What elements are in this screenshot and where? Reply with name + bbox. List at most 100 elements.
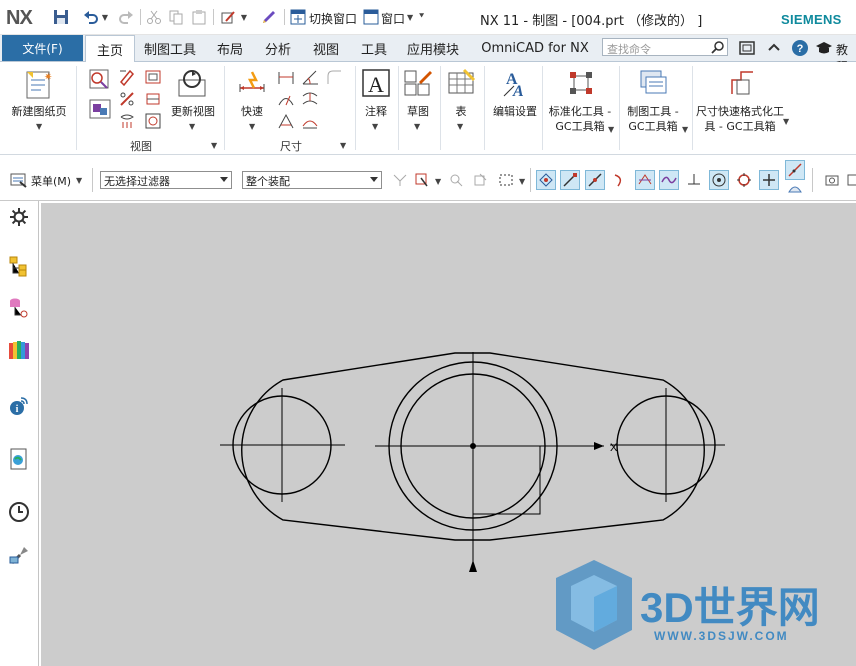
edit-settings-button[interactable]: 编辑设置: [490, 104, 540, 119]
thickness-dimension-icon[interactable]: [300, 90, 320, 108]
tab-omnicad[interactable]: OmniCAD for NX: [474, 35, 596, 61]
tab-drafting-tools[interactable]: 制图工具: [138, 35, 202, 61]
tab-application[interactable]: 应用模块: [401, 35, 465, 61]
dimension-format-button[interactable]: 尺寸快速格式化工具 - GC工具箱: [694, 104, 786, 134]
customize-quick-access-icon[interactable]: ⯆: [418, 12, 425, 22]
quadrant-point-snap-button[interactable]: [734, 170, 754, 190]
menu-icon[interactable]: [10, 172, 28, 188]
linear-dimension-icon[interactable]: [276, 68, 296, 86]
rectangle-select-button[interactable]: [496, 170, 516, 190]
chevron-down-icon[interactable]: ▼: [435, 177, 441, 186]
web-browser-icon[interactable]: [8, 448, 30, 470]
chevron-down-icon[interactable]: ▼: [249, 122, 255, 131]
copy-button[interactable]: [168, 8, 184, 26]
update-view-icon[interactable]: [176, 68, 208, 100]
undo-dropdown[interactable]: ▼: [101, 8, 109, 26]
paste-button[interactable]: [191, 8, 207, 26]
end-point-snap-button[interactable]: [560, 170, 580, 190]
fullscreen-icon[interactable]: [738, 39, 756, 57]
standardize-tools-button[interactable]: 标准化工具 - GC工具箱: [545, 104, 615, 134]
chevron-down-icon[interactable]: ▼: [519, 177, 525, 186]
redo-button[interactable]: [118, 8, 134, 26]
view-break-out-icon[interactable]: [144, 112, 162, 130]
mid-point-snap-button[interactable]: [585, 170, 605, 190]
update-view-button[interactable]: 更新视图: [166, 104, 220, 119]
sketch-icon[interactable]: [403, 68, 433, 98]
rapid-dimension-button[interactable]: 快速: [236, 104, 268, 119]
new-sheet-button[interactable]: 新建图纸页: [9, 104, 69, 119]
select-body-button[interactable]: [470, 170, 490, 190]
help-icon[interactable]: ?: [791, 39, 809, 57]
chevron-down-icon[interactable]: ▼: [608, 125, 614, 134]
note-button[interactable]: 注释: [356, 104, 396, 119]
hide-show-button[interactable]: [260, 8, 278, 26]
point-on-curve-snap-button[interactable]: [659, 170, 679, 190]
dimension-group-more-icon[interactable]: ▼: [340, 141, 346, 150]
menu-button[interactable]: 菜单(M): [31, 173, 71, 189]
edit-settings-icon[interactable]: AA: [500, 68, 530, 98]
part-navigator-icon[interactable]: [8, 255, 30, 277]
assembly-navigator-icon[interactable]: [8, 296, 30, 318]
view-group-more-icon[interactable]: ▼: [211, 141, 217, 150]
chevron-down-icon[interactable]: ▼: [783, 117, 789, 126]
arc-center-snap-button[interactable]: [709, 170, 729, 190]
perpendicular-snap-button[interactable]: [684, 170, 704, 190]
drafting-tools-icon[interactable]: [638, 68, 668, 98]
arc-length-dimension-icon[interactable]: [276, 112, 296, 130]
ordinate-dimension-icon[interactable]: [300, 112, 320, 130]
angular-dimension-icon[interactable]: [300, 68, 320, 86]
standardize-tools-icon[interactable]: [566, 68, 596, 98]
base-view-icon[interactable]: [88, 68, 110, 90]
type-filter-select[interactable]: 无选择过滤器: [100, 171, 232, 189]
window-menu-button[interactable]: 窗口: [381, 10, 405, 27]
save-button[interactable]: [52, 8, 70, 26]
projected-view-icon[interactable]: [118, 68, 136, 86]
view-creation-wizard-icon[interactable]: [88, 98, 112, 120]
history-clock-icon[interactable]: [8, 501, 30, 523]
break-view-icon[interactable]: [144, 90, 162, 108]
tab-view[interactable]: 视图: [306, 35, 346, 61]
drafting-tools-button[interactable]: 制图工具 - GC工具箱: [622, 104, 684, 134]
tab-home[interactable]: 主页: [85, 35, 135, 63]
control-point-snap-button[interactable]: [610, 170, 630, 190]
snap-enable-button[interactable]: [536, 170, 556, 190]
drafting-view-icon[interactable]: [118, 112, 136, 130]
switch-window-button[interactable]: 切换窗口: [309, 10, 357, 27]
chamfer-dimension-icon[interactable]: [324, 68, 344, 86]
cut-button[interactable]: [146, 8, 162, 26]
graphics-window[interactable]: X 3D世界网 WWW.3DSJW.COM: [41, 203, 856, 666]
collapse-ribbon-icon[interactable]: [765, 39, 783, 57]
select-feature-button[interactable]: [446, 170, 466, 190]
rapid-dimension-icon[interactable]: [236, 68, 268, 100]
point-on-face-snap-button[interactable]: [785, 160, 805, 180]
tab-tools[interactable]: 工具: [354, 35, 394, 61]
table-button[interactable]: 表: [446, 104, 476, 119]
gear-icon[interactable]: [8, 206, 30, 228]
search-icon[interactable]: [711, 40, 725, 54]
chevron-down-icon[interactable]: ▼: [36, 122, 42, 131]
new-sheet-icon[interactable]: ✷: [22, 68, 54, 100]
chevron-down-icon[interactable]: ▼: [76, 176, 82, 185]
undo-button[interactable]: [82, 8, 100, 26]
bounded-grid-snap-button[interactable]: [785, 181, 805, 197]
drawing-canvas[interactable]: X 3D世界网 WWW.3DSJW.COM: [41, 203, 856, 666]
chevron-down-icon[interactable]: ▼: [372, 122, 378, 131]
render-style-button[interactable]: [844, 170, 856, 190]
info-icon[interactable]: i: [8, 395, 30, 417]
detail-view-icon[interactable]: [144, 68, 162, 86]
table-icon[interactable]: [446, 68, 476, 98]
sketch-button[interactable]: 草图: [400, 104, 436, 119]
dimension-format-icon[interactable]: [727, 68, 757, 98]
note-icon[interactable]: A: [361, 68, 391, 98]
selection-scope-select[interactable]: 整个装配: [242, 171, 382, 189]
edit-object-button[interactable]: [219, 8, 237, 26]
graduation-cap-icon[interactable]: [815, 39, 833, 57]
chevron-down-icon[interactable]: ▼: [457, 122, 463, 131]
switch-window-icon-button[interactable]: [290, 8, 306, 26]
tab-analysis[interactable]: 分析: [258, 35, 298, 61]
window-icon-button[interactable]: [363, 8, 379, 26]
chevron-down-icon[interactable]: ▼: [407, 13, 413, 22]
edit-object-dropdown[interactable]: ▼: [240, 8, 248, 26]
existing-point-snap-button[interactable]: [759, 170, 779, 190]
chevron-down-icon[interactable]: ▼: [682, 125, 688, 134]
